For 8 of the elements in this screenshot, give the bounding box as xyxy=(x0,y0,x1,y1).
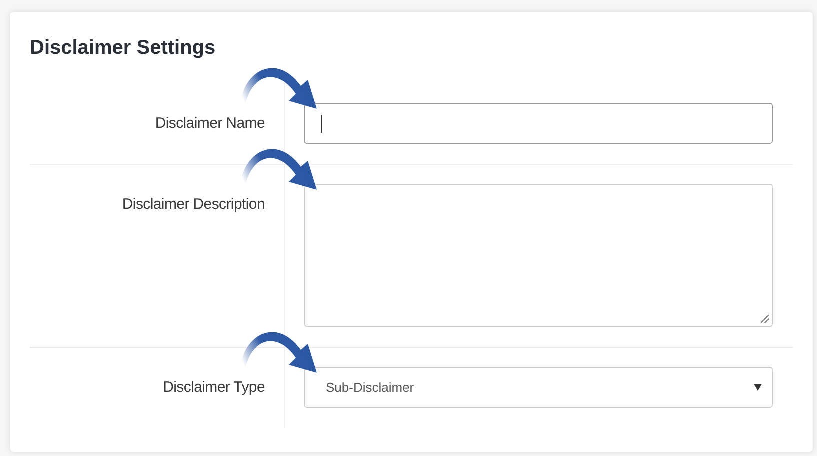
panel-title: Disclaimer Settings xyxy=(30,36,217,61)
field-label: Disclaimer Description xyxy=(122,195,265,215)
field-label: Disclaimer Type xyxy=(163,378,265,398)
dropdown[interactable]: Sub-Disclaimer xyxy=(304,367,773,408)
text-field[interactable] xyxy=(304,103,773,144)
dropdown-caret-icon xyxy=(754,384,762,391)
field-label: Disclaimer Name xyxy=(155,114,265,134)
resize-handle-icon[interactable] xyxy=(761,315,769,323)
